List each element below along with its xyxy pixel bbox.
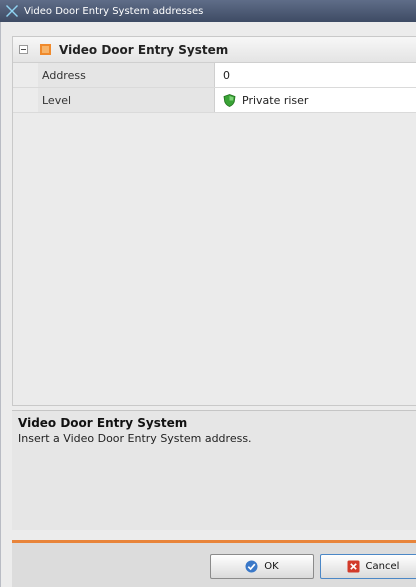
row-gutter: [13, 63, 38, 87]
cancel-icon: [347, 560, 360, 573]
dialog-footer: OK Cancel: [12, 543, 416, 587]
collapse-icon[interactable]: [19, 45, 28, 54]
cancel-label: Cancel: [365, 561, 400, 572]
group-title: Video Door Entry System: [59, 42, 229, 57]
description-panel: Video Door Entry System Insert a Video D…: [12, 410, 416, 530]
property-grid: Video Door Entry System Address 0 Level …: [12, 36, 416, 406]
description-text: Insert a Video Door Entry System address…: [18, 432, 252, 445]
description-title: Video Door Entry System: [18, 416, 188, 430]
door-entry-icon: [40, 44, 51, 55]
property-label: Level: [38, 88, 215, 112]
property-value: 0: [223, 68, 230, 82]
check-icon: [245, 560, 258, 573]
address-value-field[interactable]: 0: [215, 63, 416, 87]
property-group-header[interactable]: Video Door Entry System: [13, 37, 416, 63]
title-bar: Video Door Entry System addresses: [0, 0, 416, 22]
level-value-field[interactable]: Private riser: [215, 88, 416, 112]
window-title: Video Door Entry System addresses: [24, 5, 204, 17]
shield-icon: [223, 93, 236, 107]
property-label: Address: [38, 63, 215, 87]
row-gutter: [13, 88, 38, 112]
cancel-button[interactable]: Cancel: [320, 554, 416, 579]
property-value: Private riser: [242, 93, 309, 107]
ok-button[interactable]: OK: [210, 554, 314, 579]
property-row-level[interactable]: Level Private riser: [13, 88, 416, 113]
app-icon: [6, 5, 18, 17]
ok-label: OK: [264, 561, 279, 572]
property-row-address[interactable]: Address 0: [13, 63, 416, 88]
